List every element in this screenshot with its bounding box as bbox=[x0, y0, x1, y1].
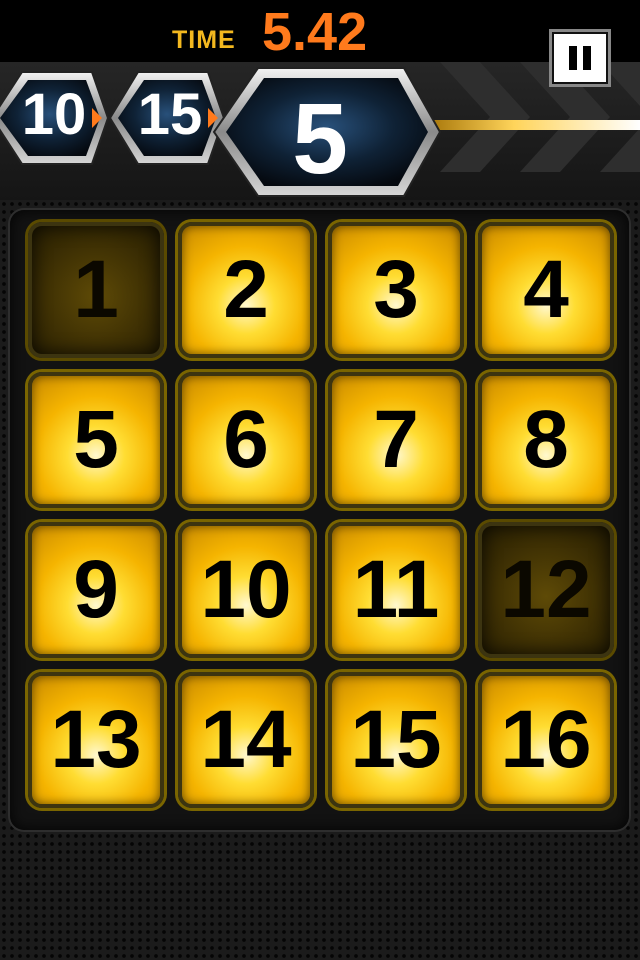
current-target-number: 5 bbox=[292, 83, 348, 195]
queue-number-2: 15 bbox=[137, 82, 203, 147]
tile-8[interactable]: 8 bbox=[478, 372, 614, 508]
queue-number-1: 10 bbox=[21, 82, 87, 147]
time-value: 5.42 bbox=[262, 2, 368, 62]
top-bar: TIME 5.42 bbox=[0, 0, 640, 62]
tile-board: 1 2 3 4 5 6 7 8 9 10 11 12 13 14 15 16 bbox=[10, 210, 629, 830]
tile-3[interactable]: 3 bbox=[328, 222, 464, 358]
pause-icon bbox=[569, 46, 577, 70]
tile-16[interactable]: 16 bbox=[478, 672, 614, 808]
tile-10[interactable]: 10 bbox=[178, 522, 314, 658]
tile-9[interactable]: 9 bbox=[28, 522, 164, 658]
pause-icon-bar bbox=[583, 46, 591, 70]
tile-7[interactable]: 7 bbox=[328, 372, 464, 508]
time-label: TIME bbox=[172, 26, 236, 54]
tile-13[interactable]: 13 bbox=[28, 672, 164, 808]
tile-12[interactable]: 12 bbox=[478, 522, 614, 658]
tile-4[interactable]: 4 bbox=[478, 222, 614, 358]
tile-5[interactable]: 5 bbox=[28, 372, 164, 508]
tile-15[interactable]: 15 bbox=[328, 672, 464, 808]
progress-line bbox=[430, 120, 640, 130]
number-queue-hud: 10 15 5 bbox=[0, 62, 640, 200]
tile-14[interactable]: 14 bbox=[178, 672, 314, 808]
tile-2[interactable]: 2 bbox=[178, 222, 314, 358]
tile-1[interactable]: 1 bbox=[28, 222, 164, 358]
pause-button[interactable] bbox=[549, 29, 611, 87]
tile-6[interactable]: 6 bbox=[178, 372, 314, 508]
tile-11[interactable]: 11 bbox=[328, 522, 464, 658]
